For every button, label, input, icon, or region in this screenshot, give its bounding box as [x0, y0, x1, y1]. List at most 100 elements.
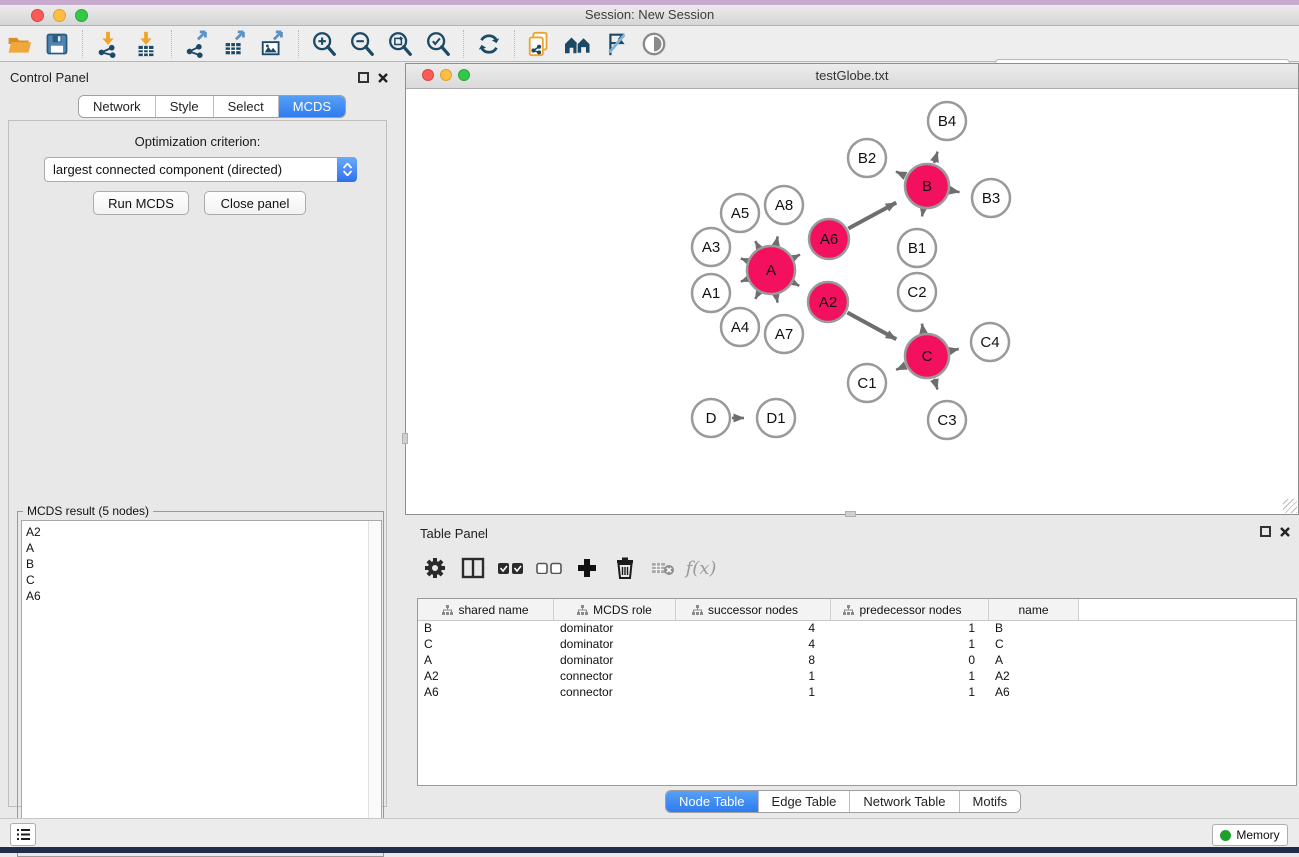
table-row[interactable]: Adominator80A [418, 653, 1296, 669]
mcds-result-item[interactable]: B [26, 556, 368, 572]
task-history-button[interactable] [10, 823, 36, 846]
node-C2[interactable]: C2 [898, 273, 936, 311]
zoom-selected-icon[interactable] [421, 29, 455, 59]
table-row[interactable]: A6connector11A6 [418, 685, 1296, 701]
panel-divider-handle[interactable] [402, 433, 408, 444]
table-row[interactable]: Bdominator41B [418, 621, 1296, 637]
edge-A-A3[interactable] [741, 258, 747, 260]
table-row[interactable]: A2connector11A2 [418, 669, 1296, 685]
node-A1[interactable]: A1 [692, 274, 730, 312]
delete-column-icon[interactable] [610, 554, 640, 582]
node-A2[interactable]: A2 [808, 282, 848, 322]
column-header-successor-nodes[interactable]: successor nodes [676, 599, 831, 620]
table-row[interactable]: Cdominator41C [418, 637, 1296, 653]
select-all-icon[interactable] [496, 554, 526, 582]
export-table-icon[interactable] [218, 29, 252, 59]
close-table-panel-icon[interactable] [1279, 526, 1291, 538]
mcds-result-item[interactable]: A [26, 540, 368, 556]
split-table-view-icon[interactable] [458, 554, 488, 582]
tab-node-table[interactable]: Node Table [666, 791, 758, 812]
node-C3[interactable]: C3 [928, 401, 966, 439]
edge-B-B3[interactable] [951, 190, 960, 192]
tab-network[interactable]: Network [79, 96, 155, 117]
edge-A-A4[interactable] [755, 293, 758, 299]
edge-C-C4[interactable] [950, 349, 958, 351]
window-resize-grip[interactable] [1283, 499, 1297, 513]
edge-C-C3[interactable] [934, 379, 937, 390]
tab-motifs[interactable]: Motifs [959, 791, 1021, 812]
node-C1[interactable]: C1 [848, 364, 886, 402]
mcds-result-item[interactable]: A6 [26, 588, 368, 604]
close-network-button[interactable] [422, 69, 434, 81]
export-network-icon[interactable] [180, 29, 214, 59]
edge-A2-C[interactable] [847, 313, 896, 340]
float-table-panel-icon[interactable] [1260, 526, 1271, 537]
edge-A-A2[interactable] [794, 283, 800, 286]
close-panel-button[interactable]: Close panel [204, 191, 306, 215]
mcds-result-item[interactable]: C [26, 572, 368, 588]
network-canvas[interactable]: B4B2BB3A8A5A6B1A3AC2A1A2A4A7C4CC1DD1C3 [406, 89, 1298, 514]
node-A4[interactable]: A4 [721, 308, 759, 346]
table-settings-icon[interactable] [420, 554, 450, 582]
minimize-network-button[interactable] [440, 69, 452, 81]
import-network-icon[interactable] [91, 29, 125, 59]
tab-network-table[interactable]: Network Table [849, 791, 958, 812]
edge-A-A8[interactable] [776, 236, 778, 244]
zoom-fit-icon[interactable] [383, 29, 417, 59]
panel-divider-handle[interactable] [845, 511, 856, 517]
minimize-window-button[interactable] [53, 9, 66, 22]
node-C4[interactable]: C4 [971, 323, 1009, 361]
node-B2[interactable]: B2 [848, 139, 886, 177]
zoom-out-icon[interactable] [345, 29, 379, 59]
edge-A-A1[interactable] [741, 279, 747, 281]
edge-B-B1[interactable] [922, 210, 923, 217]
node-B1[interactable]: B1 [898, 229, 936, 267]
close-panel-icon[interactable] [377, 72, 389, 84]
refresh-layout-icon[interactable] [472, 29, 506, 59]
mcds-result-item[interactable]: A2 [26, 524, 368, 540]
tab-select[interactable]: Select [213, 96, 278, 117]
memory-button[interactable]: Memory [1212, 824, 1288, 846]
duplicate-network-icon[interactable] [523, 29, 557, 59]
save-session-icon[interactable] [40, 29, 74, 59]
export-image-icon[interactable] [256, 29, 290, 59]
import-table-icon[interactable] [129, 29, 163, 59]
add-column-icon[interactable] [572, 554, 602, 582]
close-window-button[interactable] [31, 9, 44, 22]
run-mcds-button[interactable]: Run MCDS [93, 191, 189, 215]
first-neighbors-icon[interactable] [561, 29, 595, 59]
node-B3[interactable]: B3 [972, 179, 1010, 217]
maximize-network-button[interactable] [458, 69, 470, 81]
tab-mcds[interactable]: MCDS [278, 96, 345, 117]
node-B4[interactable]: B4 [928, 102, 966, 140]
node-B[interactable]: B [905, 164, 949, 208]
edge-A6-B[interactable] [848, 203, 896, 229]
column-header-MCDS-role[interactable]: MCDS role [554, 599, 676, 620]
column-header-predecessor-nodes[interactable]: predecessor nodes [831, 599, 989, 620]
node-A[interactable]: A [747, 246, 795, 294]
edge-A-A7[interactable] [776, 295, 777, 302]
float-panel-icon[interactable] [358, 72, 369, 83]
maximize-window-button[interactable] [75, 9, 88, 22]
optimization-criterion-dropdown[interactable]: largest connected component (directed) [44, 157, 357, 182]
column-header-shared-name[interactable]: shared name [418, 599, 554, 620]
node-D1[interactable]: D1 [757, 399, 795, 437]
edge-B-B2[interactable] [896, 172, 905, 176]
tab-edge-table[interactable]: Edge Table [758, 791, 850, 812]
mcds-result-scrollbar[interactable] [368, 521, 381, 852]
node-C[interactable]: C [905, 334, 949, 378]
edge-A-A5[interactable] [755, 241, 758, 247]
show-graphics-preview-icon[interactable] [637, 29, 671, 59]
node-A5[interactable]: A5 [721, 194, 759, 232]
edge-C-C2[interactable] [922, 324, 923, 333]
deselect-all-icon[interactable] [534, 554, 564, 582]
hide-graphics-details-icon[interactable] [599, 29, 633, 59]
tab-style[interactable]: Style [155, 96, 213, 117]
column-header-name[interactable]: name [989, 599, 1079, 620]
edge-A-A6[interactable] [794, 255, 800, 258]
delete-table-icon[interactable] [648, 554, 678, 582]
node-A6[interactable]: A6 [809, 219, 849, 259]
open-session-icon[interactable] [2, 29, 36, 59]
node-D[interactable]: D [692, 399, 730, 437]
function-builder-icon[interactable]: f(x) [686, 554, 716, 582]
